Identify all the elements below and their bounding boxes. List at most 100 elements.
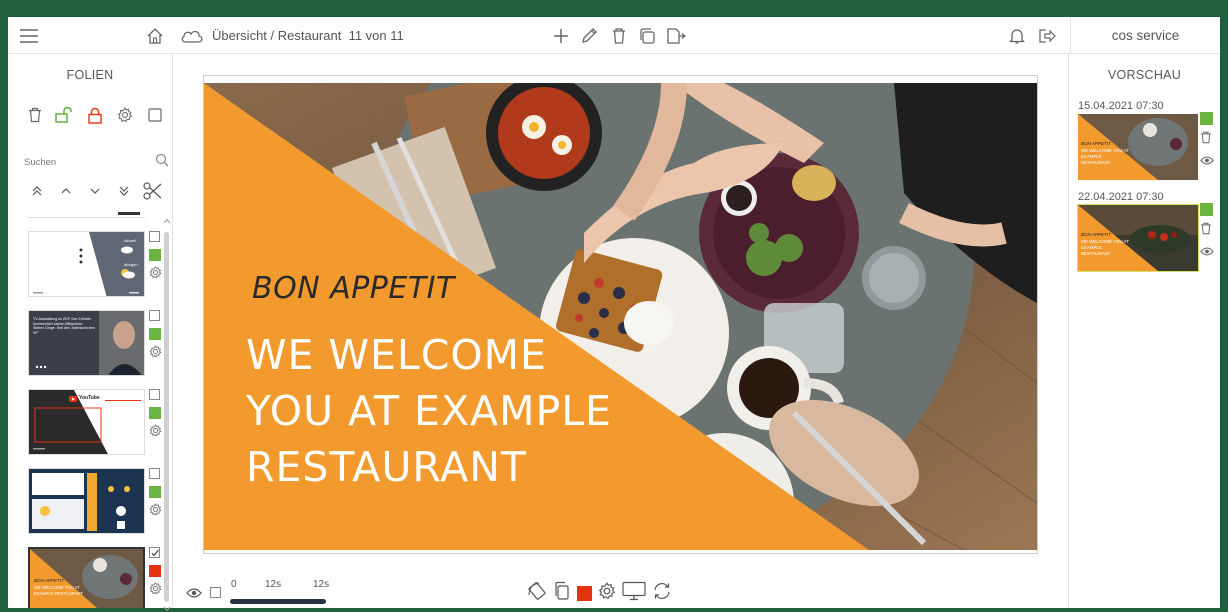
slide-line: RESTAURANT <box>246 443 527 491</box>
preview-item[interactable]: 15.04.2021 07:30 BON APPETIT WE WELCOME … <box>1078 100 1218 180</box>
top-toolbar: Übersicht / Restaurant 11 von 11 cos ser… <box>8 17 1220 54</box>
slides-panel-title: FOLIEN <box>66 68 114 82</box>
guide-line <box>203 553 1038 554</box>
slide-partial <box>118 212 140 215</box>
slide-thumbnail[interactable]: YouTube <box>28 389 145 455</box>
status-indicator[interactable] <box>149 407 161 419</box>
slide-line: WE WELCOME <box>246 331 547 379</box>
trash-icon[interactable] <box>24 104 46 126</box>
home-icon[interactable] <box>142 17 168 54</box>
slide-checkbox-checked[interactable] <box>149 547 160 558</box>
copy-icon[interactable] <box>634 17 660 54</box>
breadcrumb: Übersicht / Restaurant 11 von 11 <box>212 17 404 54</box>
preview-thumbnail[interactable]: BON APPETIT WE WELCOME YOU AT EXAMPLE RE… <box>1078 114 1198 180</box>
guide-line <box>1037 75 1038 553</box>
thumb-text: Morgen <box>124 262 138 267</box>
logout-icon[interactable] <box>1034 17 1060 54</box>
search-icon[interactable] <box>155 153 169 172</box>
timeline-slider[interactable] <box>230 599 326 604</box>
eye-icon[interactable] <box>1200 244 1214 261</box>
settings-icon[interactable] <box>149 582 162 599</box>
settings-icon[interactable] <box>149 345 162 362</box>
guide-line <box>203 75 1038 76</box>
slide-thumbnail[interactable] <box>28 468 145 534</box>
status-indicator[interactable] <box>149 249 161 261</box>
preview-text: BON APPETIT <box>1081 141 1111 146</box>
select-all-checkbox[interactable] <box>144 104 166 126</box>
slides-scrollbar[interactable] <box>163 218 171 612</box>
slide-canvas[interactable]: BON APPETIT WE WELCOME YOU AT EXAMPLE RE… <box>204 83 1037 550</box>
slides-toolbar <box>24 104 166 126</box>
status-indicator[interactable] <box>1200 112 1213 125</box>
preview-actions <box>1200 203 1216 262</box>
thumb-text: BON APPETIT <box>34 578 64 583</box>
preview-item[interactable]: 22.04.2021 07:30 BON APPETIT WE WELCOME … <box>1077 191 1218 272</box>
preview-text: BON APPETIT <box>1081 232 1111 237</box>
slide-actions <box>149 468 163 521</box>
slide-thumbnail[interactable]: BON APPETIT WE WELCOME YOU AT EXAMPLE RE… <box>28 547 145 608</box>
status-indicator[interactable] <box>149 486 161 498</box>
slide-checkbox[interactable] <box>149 310 160 321</box>
trash-icon[interactable] <box>1200 131 1216 149</box>
slide-actions <box>149 310 163 363</box>
slide-thumbnail[interactable]: Aktuell Morgen <box>28 231 145 297</box>
menu-icon[interactable] <box>14 17 44 54</box>
preview-date: 22.04.2021 07:30 <box>1078 191 1164 203</box>
slide-item[interactable]: TV-Ausstellung im ZDF. Der Erfinder komm… <box>26 310 172 380</box>
move-up-icon[interactable] <box>53 180 78 202</box>
slide-checkbox[interactable] <box>149 231 160 242</box>
scissors-icon[interactable] <box>140 180 165 202</box>
status-indicator[interactable] <box>149 328 161 340</box>
preview-panel-title: VORSCHAU <box>1107 68 1182 82</box>
slide-actions <box>149 231 163 284</box>
plus-icon[interactable] <box>548 17 574 54</box>
breadcrumb-path[interactable]: Übersicht / Restaurant <box>212 28 341 43</box>
user-name[interactable]: cos service <box>1070 17 1220 54</box>
unlock-icon[interactable] <box>54 104 76 126</box>
slides-panel: FOLIEN Suchen Aktuell Morgen TV-Ausstell… <box>8 54 176 612</box>
copy-icon[interactable] <box>553 581 571 606</box>
slide-body-text[interactable]: WE WELCOME YOU AT EXAMPLE RESTAURANT <box>246 327 612 495</box>
status-indicator[interactable] <box>149 565 161 577</box>
export-icon[interactable] <box>662 17 690 54</box>
pencil-icon[interactable] <box>576 17 602 54</box>
trash-icon[interactable] <box>1200 222 1216 240</box>
slides-list: Aktuell Morgen TV-Ausstellung im ZDF. De… <box>26 212 176 608</box>
settings-icon[interactable] <box>149 503 162 520</box>
scrollbar-thumb[interactable] <box>164 232 169 602</box>
search-input[interactable] <box>24 157 144 168</box>
slide-thumbnail[interactable]: TV-Ausstellung im ZDF. Der Erfinder komm… <box>28 310 145 376</box>
slide-checkbox[interactable] <box>149 468 160 479</box>
rotate-icon[interactable] <box>527 581 547 606</box>
preview-checkbox[interactable] <box>210 587 221 598</box>
settings-icon[interactable] <box>114 104 136 126</box>
slide-headline[interactable]: BON APPETIT <box>252 271 455 306</box>
eye-icon[interactable] <box>186 586 202 604</box>
preview-text: WE WELCOME YOU AT EXAMPLE RESTAURANT <box>1081 148 1129 165</box>
preview-panel: VORSCHAU 15.04.2021 07:30 BON APPETIT WE… <box>1068 54 1220 608</box>
cloud-icon[interactable] <box>178 17 206 54</box>
bell-icon[interactable] <box>1004 17 1030 54</box>
move-bottom-icon[interactable] <box>111 180 136 202</box>
slide-item[interactable]: YouTube <box>26 389 172 459</box>
slide-item[interactable]: Aktuell Morgen <box>26 231 172 301</box>
move-down-icon[interactable] <box>82 180 107 202</box>
lock-icon[interactable] <box>84 104 106 126</box>
color-swatch[interactable] <box>577 586 592 601</box>
app-window: Übersicht / Restaurant 11 von 11 cos ser… <box>8 17 1220 612</box>
eye-icon[interactable] <box>1200 153 1214 170</box>
move-top-icon[interactable] <box>24 180 49 202</box>
settings-icon[interactable] <box>149 266 162 283</box>
status-indicator[interactable] <box>1200 203 1213 216</box>
slide-item-active[interactable]: BON APPETIT WE WELCOME YOU AT EXAMPLE RE… <box>26 547 172 608</box>
preview-date: 15.04.2021 07:30 <box>1078 100 1164 112</box>
sync-icon[interactable] <box>652 581 672 606</box>
monitor-icon[interactable] <box>622 581 646 606</box>
slide-item[interactable] <box>26 468 172 538</box>
preview-thumbnail[interactable]: BON APPETIT WE WELCOME YOU AT EXAMPLE RE… <box>1077 204 1199 272</box>
settings-icon[interactable] <box>598 582 616 605</box>
slide-checkbox[interactable] <box>149 389 160 400</box>
settings-icon[interactable] <box>149 424 162 441</box>
trash-icon[interactable] <box>606 17 632 54</box>
thumb-text: Aktuell <box>124 238 137 243</box>
